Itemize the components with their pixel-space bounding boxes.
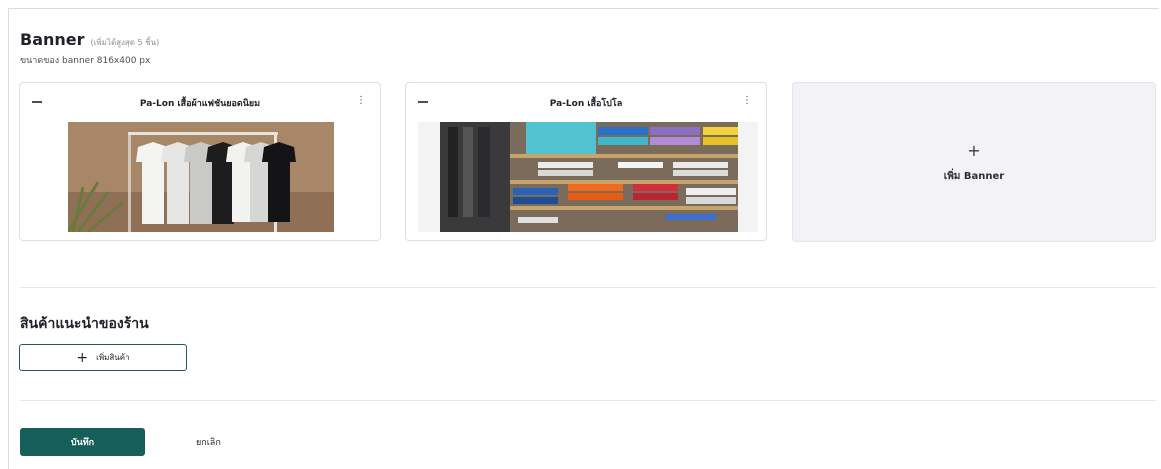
drag-handle-icon[interactable] (32, 101, 42, 103)
add-banner-label: เพิ่ม Banner (943, 171, 1005, 182)
banner-card[interactable]: Pa-Lon เสื้อผ้าแฟชันยอดนิยม ⋮ (19, 82, 381, 241)
cancel-button[interactable]: ยกเลิก (196, 435, 221, 449)
section-divider (20, 287, 1156, 288)
drag-handle-icon[interactable] (418, 101, 428, 103)
banner-card[interactable]: Pa-Lon เสื้อโปโล ⋮ (405, 82, 767, 241)
banner-section-header: Banner (เพิ่มได้สูงสุด 5 ชิ้น) (20, 30, 159, 49)
banner-image (68, 122, 334, 232)
plus-icon: + (967, 141, 981, 160)
add-product-button[interactable]: + เพิ่มสินค้า (19, 344, 187, 371)
banner-image (418, 122, 758, 232)
banner-size-note: ขนาดของ banner 816x400 px (20, 56, 151, 66)
banner-name: Pa-Lon เสื้อโปโล (549, 99, 623, 109)
add-product-label: เพิ่มสินค้า (96, 353, 130, 362)
recommend-section-title: สินค้าแนะนำของร้าน (20, 316, 149, 332)
save-button[interactable]: บันทึก (20, 428, 145, 456)
kebab-menu-icon[interactable]: ⋮ (742, 96, 752, 106)
banner-limit-note: (เพิ่มได้สูงสุด 5 ชิ้น) (90, 38, 160, 47)
banner-name: Pa-Lon เสื้อผ้าแฟชันยอดนิยม (139, 99, 261, 109)
add-banner-button[interactable]: + เพิ่ม Banner (792, 82, 1156, 242)
plus-icon: + (76, 349, 89, 366)
banner-section-title: Banner (20, 30, 85, 49)
kebab-menu-icon[interactable]: ⋮ (356, 96, 366, 106)
section-divider (20, 400, 1156, 401)
